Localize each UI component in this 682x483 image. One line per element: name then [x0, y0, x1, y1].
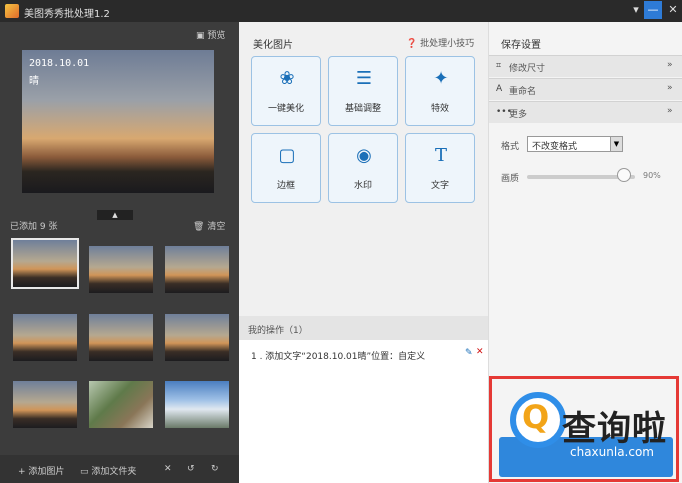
add-folder-button[interactable]: ▭ 添加文件夹: [80, 464, 136, 477]
ops-header: 我的操作（1）: [239, 316, 488, 340]
help-icon: ❓: [406, 39, 418, 49]
section-resize[interactable]: ⌗ 修改尺寸 »: [489, 55, 682, 77]
collapse-button[interactable]: ▲: [97, 210, 133, 220]
beautify-panel: 美化图片 ❓ 批处理小技巧 ❀ 一键美化 ☰ 基础调整 ✦ 特效 ▢ 边框 ◉ …: [239, 22, 488, 483]
watermark-url: chaxunla.com: [570, 445, 654, 459]
watermark-text: 查询啦: [562, 409, 667, 449]
quality-value: 90%: [643, 171, 661, 180]
tool-text[interactable]: T 文字: [405, 133, 475, 203]
watermark-icon: ◉: [356, 145, 372, 166]
thumbnail[interactable]: [89, 314, 153, 361]
thumbnail[interactable]: [165, 314, 229, 361]
tips-link[interactable]: ❓ 批处理小技巧: [406, 36, 474, 49]
beautify-title: 美化图片: [253, 40, 293, 51]
rotate-left-icon[interactable]: ↺: [187, 464, 195, 474]
section-more[interactable]: ••• 更多 »: [489, 101, 682, 123]
thumbnail[interactable]: [13, 381, 77, 428]
crop-icon: ⌗: [496, 61, 502, 71]
chevron-down-icon: »: [667, 106, 673, 116]
thumbnail[interactable]: [165, 246, 229, 293]
chevron-right-icon: »: [667, 60, 673, 70]
flower-icon: ❀: [279, 68, 295, 89]
app-logo-icon: [5, 4, 19, 18]
sliders-icon: ☰: [355, 68, 373, 89]
preview-overlay-text: 晴: [29, 76, 39, 87]
delete-icon[interactable]: ✕: [476, 347, 484, 357]
tool-watermark[interactable]: ◉ 水印: [328, 133, 398, 203]
add-image-button[interactable]: + 添加图片: [18, 464, 64, 477]
rotate-right-icon[interactable]: ↻: [211, 464, 219, 474]
left-toolbar: + 添加图片 ▭ 添加文件夹 ✕ ↺ ↻: [0, 455, 239, 483]
preview-button[interactable]: ▣ 预览: [196, 28, 225, 41]
thumbnail[interactable]: [89, 381, 153, 428]
preview-icon: ▣: [196, 31, 205, 41]
ops-list: 1 . 添加文字“2018.10.01晴”位置：自定义 ✎ ✕: [239, 340, 488, 483]
format-label: 格式: [501, 142, 520, 152]
added-count: 已添加 9 张: [10, 222, 58, 232]
watermark-logo-icon: Q: [510, 392, 566, 448]
thumbnail[interactable]: [89, 246, 153, 293]
thumbnail[interactable]: [11, 238, 79, 289]
list-item[interactable]: 1 . 添加文字“2018.10.01晴”位置：自定义: [251, 349, 425, 362]
tool-one-click-beautify[interactable]: ❀ 一键美化: [251, 56, 321, 126]
text-icon: T: [434, 145, 447, 166]
preview-image: 2018.10.01 晴: [22, 50, 214, 193]
close-icon[interactable]: ✕: [664, 1, 682, 19]
tool-effects[interactable]: ✦ 特效: [405, 56, 475, 126]
magic-wand-icon: ✦: [433, 68, 449, 89]
format-select[interactable]: 不改变格式 ▼: [527, 136, 623, 152]
thumbnail[interactable]: [165, 381, 229, 428]
ops-title: 我的操作（1）: [248, 326, 308, 336]
minimize-icon[interactable]: —: [644, 1, 662, 19]
rename-icon: A: [496, 84, 503, 94]
title-bar: 美图秀秀批处理1.2 ▾ — ✕: [0, 0, 682, 22]
quality-slider-handle[interactable]: [617, 168, 631, 182]
tool-frame[interactable]: ▢ 边框: [251, 133, 321, 203]
chevron-right-icon: »: [667, 83, 673, 93]
pencil-icon[interactable]: ✎: [465, 348, 473, 358]
menu-icon[interactable]: ▾: [627, 1, 645, 19]
window-title: 美图秀秀批处理1.2: [24, 9, 110, 20]
trash-icon: 🗑: [193, 222, 205, 232]
preview-overlay-date: 2018.10.01: [29, 58, 90, 69]
image-list-panel: ▣ 预览 2018.10.01 晴 ▲ 已添加 9 张 🗑 清空 + 添加图片 …: [0, 22, 239, 483]
delete-icon[interactable]: ✕: [164, 464, 172, 474]
section-rename[interactable]: A 重命名 »: [489, 78, 682, 100]
tool-basic-adjust[interactable]: ☰ 基础调整: [328, 56, 398, 126]
chevron-down-icon: ▼: [610, 137, 622, 151]
thumbnail[interactable]: [13, 314, 77, 361]
quality-label: 画质: [501, 174, 520, 184]
plus-icon: +: [18, 467, 26, 477]
folder-icon: ▭: [80, 467, 89, 477]
frame-icon: ▢: [278, 145, 296, 166]
save-settings-title: 保存设置: [501, 40, 541, 51]
clear-button[interactable]: 🗑 清空: [193, 219, 225, 232]
